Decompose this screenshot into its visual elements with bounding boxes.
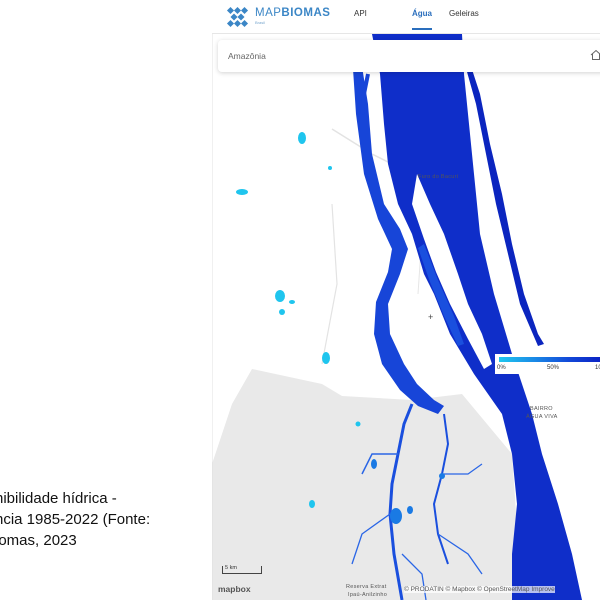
water-map[interactable] [212, 34, 600, 600]
nav-geleiras[interactable]: Geleiras [449, 0, 479, 34]
legend-gradient [499, 357, 600, 362]
legend-max: 10 [595, 365, 600, 371]
region-search-bar[interactable]: Amazônia [218, 40, 600, 72]
legend-min: 0% [497, 365, 506, 371]
map-attribution[interactable]: © PRODATIN © Mapbox © OpenStreetMap Impr… [404, 586, 555, 593]
app-header: MAPBIOMAS Brasil API Água Geleiras [212, 0, 600, 34]
caption-line-2: ncia 1985-2022 (Fonte: [0, 511, 151, 528]
region-label[interactable]: Amazônia [228, 51, 266, 61]
nav-api[interactable]: API [354, 0, 367, 34]
mapbiomas-logo[interactable]: MAPBIOMAS Brasil [226, 6, 330, 28]
water-frequency-legend: 0% 50% 10 [495, 354, 600, 374]
place-bairro: BAIRRO [530, 406, 553, 412]
caption-line-3: iomas, 2023 [0, 532, 77, 549]
brand-name: MAPBIOMAS [255, 7, 331, 20]
mapbiomas-logo-icon [226, 6, 249, 27]
place-furo-do-bacuri: Furo do Bacuri [418, 174, 459, 180]
caption-line-1: nibilidade hídrica - [0, 490, 117, 507]
brand-sub: Brasil [255, 19, 266, 25]
home-icon[interactable] [590, 49, 600, 61]
place-reserva: Reserva Extrat [346, 584, 387, 590]
scale-label: 5 km [225, 565, 237, 571]
mapbiomas-app: MAPBIOMAS Brasil API Água Geleiras Furo … [212, 0, 600, 600]
mapbox-logo[interactable]: mapbox [218, 584, 251, 594]
scale-bar: 5 km [222, 565, 262, 574]
slide-caption: nibilidade hídrica - ncia 1985-2022 (Fon… [0, 488, 212, 551]
map-canvas[interactable]: Furo do Bacuri BAIRRO ÁGUA VIVA Reserva … [212, 34, 600, 600]
legend-mid: 50% [547, 365, 560, 371]
crosshair-icon: + [428, 312, 434, 322]
place-agua-viva: ÁGUA VIVA [526, 414, 558, 420]
place-reserva-2: Ipaú-Anilzinho [348, 592, 388, 598]
nav-agua[interactable]: Água [412, 0, 432, 30]
